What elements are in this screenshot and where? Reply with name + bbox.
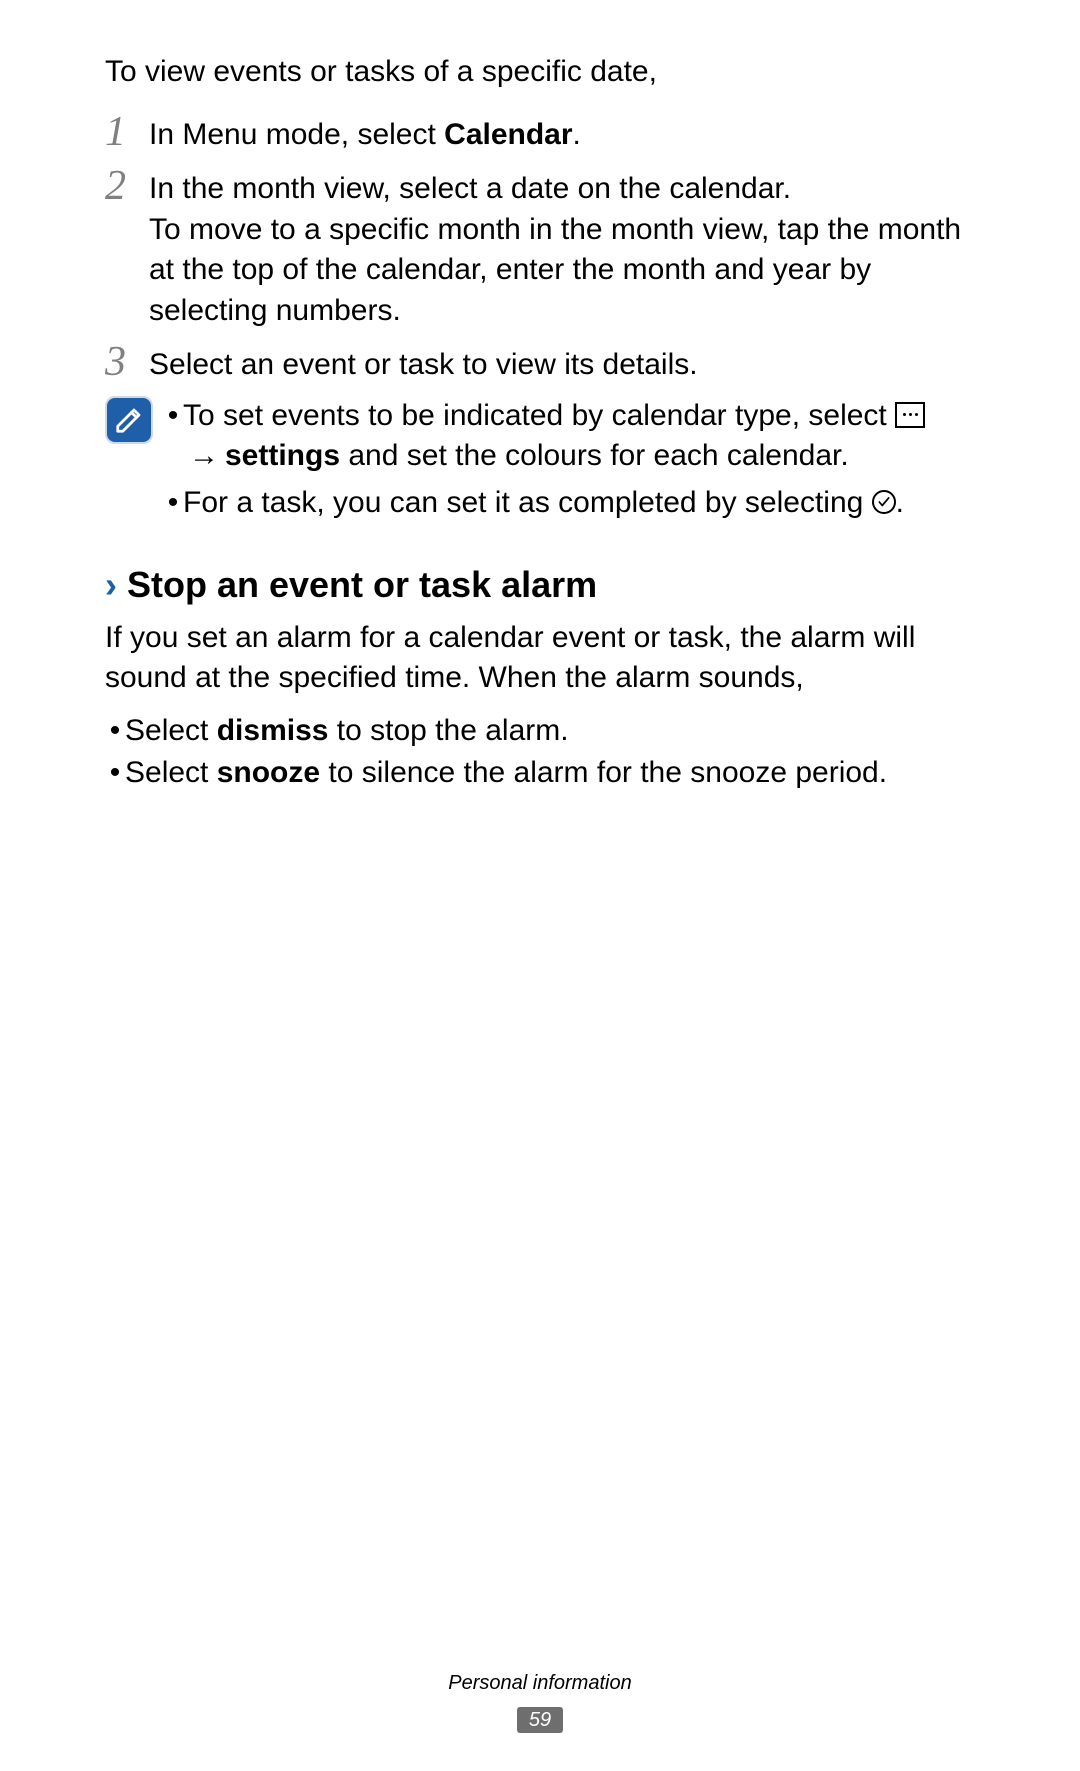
step-3: 3 Select an event or task to view its de…	[105, 341, 975, 386]
bullet-icon	[105, 753, 125, 794]
bullet-pre: Select	[125, 756, 217, 789]
step-body: In the month view, select a date on the …	[149, 165, 975, 331]
bullet-post: to stop the alarm.	[328, 714, 568, 747]
step-body: Select an event or task to view its deta…	[149, 341, 975, 386]
section-heading: › Stop an event or task alarm	[105, 561, 975, 610]
step-number: 1	[105, 111, 149, 156]
note-text-post: and set the colours for each calendar.	[340, 439, 849, 472]
note-body: To set events to be indicated by calenda…	[149, 396, 975, 530]
numbered-steps: 1 In Menu mode, select Calendar. 2 In th…	[105, 111, 975, 386]
step-text: Select an event or task to view its deta…	[149, 345, 975, 386]
note-icon-wrap	[105, 396, 149, 530]
note-text-pre: For a task, you can set it as completed …	[183, 486, 872, 519]
step-1: 1 In Menu mode, select Calendar.	[105, 111, 975, 156]
bullet-text: Select snooze to silence the alarm for t…	[125, 753, 887, 794]
bullet-icon	[105, 711, 125, 752]
bullet-bold: dismiss	[217, 714, 329, 747]
note-item-2: For a task, you can set it as completed …	[163, 483, 975, 524]
note-icon	[105, 396, 153, 444]
bullet-post: to silence the alarm for the snooze peri…	[320, 756, 887, 789]
section-bullet-1: Select dismiss to stop the alarm.	[105, 711, 975, 752]
chevron-icon: ›	[105, 567, 117, 603]
section-intro: If you set an alarm for a calendar event…	[105, 618, 975, 699]
section-bullets: Select dismiss to stop the alarm. Select…	[105, 711, 975, 794]
footer-section-label: Personal information	[0, 1670, 1080, 1697]
step-number: 3	[105, 341, 149, 386]
bullet-text: Select dismiss to stop the alarm.	[125, 711, 569, 752]
bullet-icon	[163, 396, 183, 477]
heading-text: Stop an event or task alarm	[127, 561, 597, 610]
step-number: 2	[105, 165, 149, 331]
step-text-post: .	[573, 118, 581, 151]
note-text: For a task, you can set it as completed …	[183, 483, 975, 524]
bullet-pre: Select	[125, 714, 217, 747]
step-text-line1: In the month view, select a date on the …	[149, 169, 975, 210]
step-text-line2: To move to a specific month in the month…	[149, 210, 975, 332]
bullet-bold: snooze	[217, 756, 320, 789]
step-text-bold: Calendar	[444, 118, 572, 151]
note-block: To set events to be indicated by calenda…	[105, 396, 975, 530]
page-footer: Personal information 59	[0, 1670, 1080, 1738]
step-body: In Menu mode, select Calendar.	[149, 111, 975, 156]
check-circle-icon	[872, 490, 896, 514]
note-item-1: To set events to be indicated by calenda…	[163, 396, 975, 477]
step-text: In Menu mode, select	[149, 118, 444, 151]
step-2: 2 In the month view, select a date on th…	[105, 165, 975, 331]
note-text-bold: settings	[225, 439, 340, 472]
section-bullet-2: Select snooze to silence the alarm for t…	[105, 753, 975, 794]
note-text-post: .	[896, 486, 904, 519]
page-number: 59	[517, 1707, 563, 1733]
bullet-icon	[163, 483, 183, 524]
pencil-note-icon	[114, 405, 144, 435]
more-menu-icon	[895, 402, 925, 428]
intro-text: To view events or tasks of a specific da…	[105, 52, 975, 93]
note-text: To set events to be indicated by calenda…	[183, 396, 975, 477]
note-text-pre: To set events to be indicated by calenda…	[183, 399, 895, 432]
arrow-icon: →	[189, 439, 219, 472]
